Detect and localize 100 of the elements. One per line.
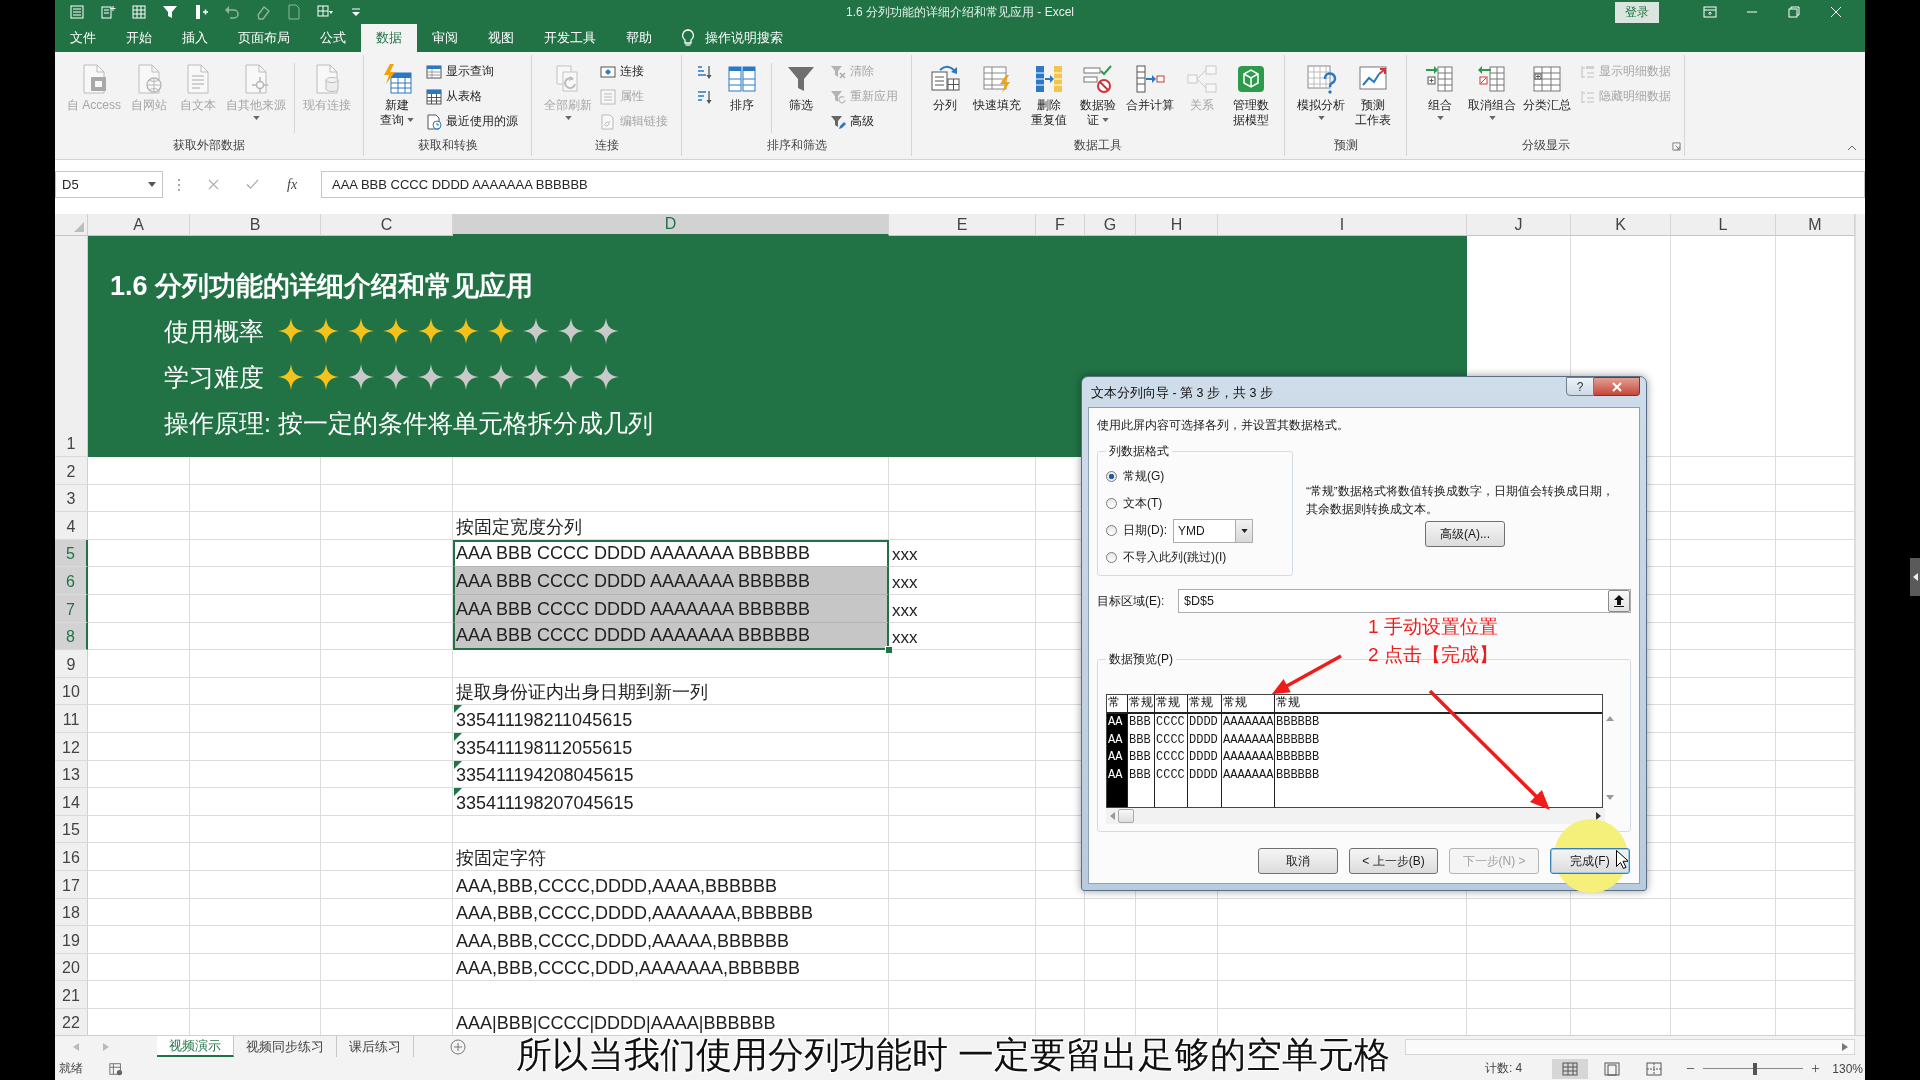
ribbon-button[interactable]: 数据验 证 xyxy=(1074,61,1122,130)
column-type-header[interactable]: 常规 xyxy=(1222,695,1274,714)
row-header[interactable]: 8 xyxy=(55,622,88,651)
ribbon-button[interactable]: 最近使用的源 xyxy=(422,109,522,134)
ribbon-tab[interactable]: 文件 xyxy=(55,24,111,52)
ribbon-button[interactable]: 快速填充 xyxy=(970,61,1024,115)
column-type-header[interactable]: 常 xyxy=(1107,695,1127,714)
row-header[interactable]: 20 xyxy=(55,953,88,982)
row-header[interactable]: 14 xyxy=(55,788,88,816)
row-header[interactable]: 10 xyxy=(55,677,88,706)
search-link[interactable]: 操作说明搜索 xyxy=(705,29,783,47)
column-type-header[interactable]: 常规 xyxy=(1155,695,1187,714)
radio-option[interactable]: 常规(G) xyxy=(1106,468,1165,485)
dialog-button[interactable]: 取消 xyxy=(1258,848,1338,874)
scrollbar-thumb[interactable] xyxy=(1118,809,1134,823)
ribbon-button[interactable]: 管理数 据模型 xyxy=(1227,61,1275,130)
ribbon-button[interactable]: 排序 xyxy=(718,61,766,115)
scroll-right-icon[interactable] xyxy=(1596,812,1601,820)
row-header[interactable]: 17 xyxy=(55,870,88,899)
insert-column-icon[interactable] xyxy=(193,4,209,20)
ribbon-tab[interactable]: 视图 xyxy=(473,24,529,52)
row-header[interactable]: 5 xyxy=(55,539,88,568)
ribbon-button[interactable]: 取消组合 xyxy=(1465,61,1519,122)
preview-column[interactable]: 常规 BBBBBB BBBBBB BBBBBB BBBBBB xyxy=(1275,695,1603,807)
error-indicator-icon[interactable] xyxy=(454,705,462,714)
zoom-in-icon[interactable] xyxy=(1811,1064,1821,1073)
row-header[interactable]: 2 xyxy=(55,457,88,485)
column-header[interactable]: J xyxy=(1467,214,1571,236)
column-header[interactable]: K xyxy=(1571,214,1671,236)
scroll-up-icon[interactable] xyxy=(1605,716,1614,721)
row-header[interactable]: 11 xyxy=(55,705,88,733)
table-icon[interactable] xyxy=(131,4,147,20)
dialog-launcher-icon[interactable] xyxy=(1672,142,1681,151)
column-header[interactable]: B xyxy=(190,214,321,236)
row-header[interactable]: 18 xyxy=(55,898,88,927)
date-format-dropdown[interactable]: YMD xyxy=(1173,518,1253,543)
form-icon[interactable] xyxy=(69,4,85,20)
dialog-button[interactable]: 完成(F) xyxy=(1550,848,1630,874)
column-header[interactable]: I xyxy=(1218,214,1467,236)
column-type-header[interactable]: 常规 xyxy=(1188,695,1221,714)
advanced-button[interactable]: 高级(A)... xyxy=(1425,521,1505,547)
radio-option[interactable]: 文本(T) xyxy=(1106,495,1163,512)
column-header[interactable]: H xyxy=(1136,214,1218,236)
row-header[interactable]: 19 xyxy=(55,926,88,954)
check-icon[interactable] xyxy=(246,178,259,191)
scroll-down-icon[interactable] xyxy=(1605,795,1614,800)
horizontal-scrollbar[interactable] xyxy=(1405,1038,1855,1055)
close-button[interactable] xyxy=(1594,377,1640,396)
undo-icon[interactable] xyxy=(224,4,240,20)
fill-handle[interactable] xyxy=(885,646,893,655)
row-header[interactable]: 21 xyxy=(55,981,88,1009)
column-header[interactable]: F xyxy=(1036,214,1085,236)
ribbon-button[interactable]: 筛选 xyxy=(777,61,825,115)
sign-in-button[interactable]: 登录 xyxy=(1615,1,1659,23)
collapse-ribbon-icon[interactable] xyxy=(1847,145,1857,151)
column-header[interactable]: L xyxy=(1671,214,1776,236)
column-header[interactable]: E xyxy=(889,214,1036,236)
ribbon-display-icon[interactable] xyxy=(1703,5,1717,19)
filter-icon[interactable] xyxy=(162,4,178,20)
ribbon-tab[interactable]: 插入 xyxy=(167,24,223,52)
ribbon-button[interactable]: 组合 xyxy=(1416,61,1464,122)
horizontal-scrollbar[interactable] xyxy=(1106,808,1605,824)
cancel-icon[interactable] xyxy=(207,178,220,191)
ribbon-button[interactable]: 高级 xyxy=(826,109,902,134)
ribbon-button[interactable]: 连接 xyxy=(596,59,672,84)
row-header[interactable]: 13 xyxy=(55,760,88,789)
ribbon-button[interactable]: 新建 查询 xyxy=(373,61,421,130)
ribbon-button[interactable]: 分类汇总 xyxy=(1520,61,1574,115)
radio-option[interactable]: 不导入此列(跳过)(I) xyxy=(1106,549,1227,566)
row-header[interactable]: 3 xyxy=(55,484,88,513)
ribbon-tab[interactable]: 数据 xyxy=(361,24,417,52)
slider-thumb[interactable] xyxy=(1753,1062,1758,1075)
column-header[interactable]: M xyxy=(1776,214,1855,236)
row-header[interactable]: 6 xyxy=(55,567,88,595)
error-indicator-icon[interactable] xyxy=(454,788,462,797)
ribbon-button[interactable]: 显示查询 xyxy=(422,59,522,84)
view-button[interactable] xyxy=(1552,1058,1589,1079)
ribbon-button[interactable]: 删除 重复值 xyxy=(1025,61,1073,130)
ribbon-button[interactable]: 预测 工作表 xyxy=(1349,61,1397,130)
lightbulb-icon[interactable] xyxy=(681,29,695,47)
preview-column[interactable]: 常规 DDDD DDDD DDDD DDDD xyxy=(1188,695,1222,807)
preview-column[interactable]: 常规 AAAAAAA AAAAAAA AAAAAAA AAAAAAA xyxy=(1222,695,1275,807)
column-header[interactable]: G xyxy=(1085,214,1136,236)
add-sheet-icon[interactable] xyxy=(450,1038,466,1055)
error-indicator-icon[interactable] xyxy=(454,760,462,769)
row-header[interactable]: 12 xyxy=(55,732,88,761)
preview-column[interactable]: 常规 CCCC CCCC CCCC CCCC xyxy=(1155,695,1188,807)
zoom-level[interactable]: 130% xyxy=(1832,1061,1865,1076)
vertical-scrollbar[interactable] xyxy=(1855,214,1865,1035)
insert-function-button[interactable]: fx xyxy=(285,176,300,193)
radio-option[interactable]: 日期(D): xyxy=(1106,522,1167,539)
destination-field[interactable]: $D$5 xyxy=(1178,589,1631,613)
ribbon-tab[interactable]: 页面布局 xyxy=(223,24,305,52)
preview-column[interactable]: 常 AA AA AA AA xyxy=(1107,695,1128,807)
ribbon-tab[interactable]: 开始 xyxy=(111,24,167,52)
error-indicator-icon[interactable] xyxy=(454,732,462,741)
page-icon[interactable] xyxy=(286,4,302,20)
scroll-left-icon[interactable] xyxy=(1110,812,1115,820)
form-plus-icon[interactable] xyxy=(100,4,116,20)
ribbon-tab[interactable]: 公式 xyxy=(305,24,361,52)
